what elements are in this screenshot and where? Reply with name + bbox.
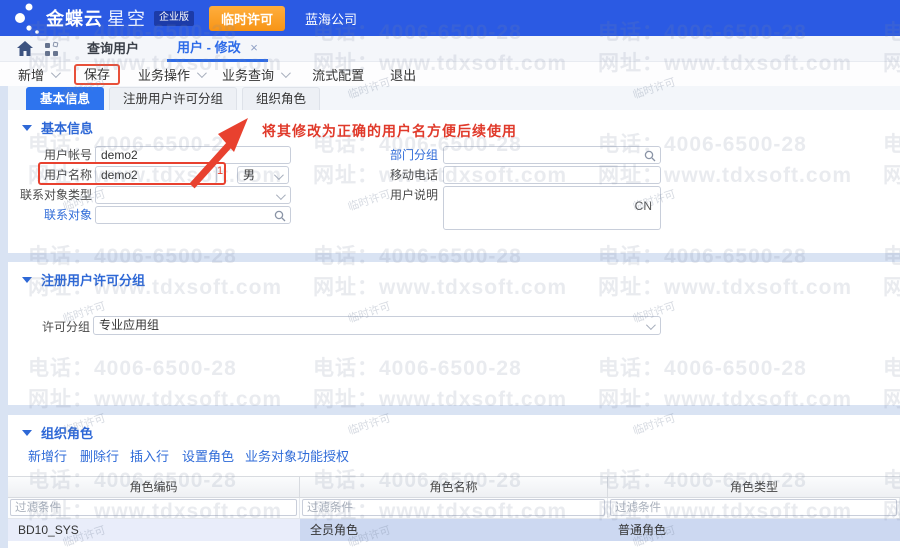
tab-query-user[interactable]: 查询用户 (77, 36, 149, 62)
table-row[interactable]: BD10_SYS 全员角色 普通角色 (8, 519, 900, 541)
tab-user-modify[interactable]: 用户 - 修改 × (167, 36, 268, 62)
collapse-caret-icon (22, 276, 32, 283)
search-icon[interactable] (274, 210, 286, 222)
panel-gap (0, 253, 900, 262)
dept-group-link-label[interactable]: 部门分组 (338, 146, 438, 164)
annotation-text: 将其修改为正确的用户名方便后续使用 (262, 123, 517, 139)
license-group-panel: 注册用户许可分组 许可分组 专业应用组 (8, 262, 900, 405)
org-role-section-header[interactable]: 组织角色 (22, 423, 93, 442)
delete-row-button[interactable]: 删除行 (80, 446, 119, 465)
logo-text-sub: 星空 (107, 9, 147, 29)
panel-gap (0, 405, 900, 415)
role-table: 角色编码 角色名称 角色类型 BD10_SYS 全员角色 普通角色 (8, 476, 900, 541)
annotation-arrow (189, 118, 248, 189)
exit-button[interactable]: 退出 (390, 65, 416, 84)
account-label: 用户帐号 (43, 148, 92, 162)
chevron-down-icon (273, 170, 284, 181)
license-group-value: 专业应用组 (99, 318, 160, 332)
column-header-role-code: 角色编码 (8, 476, 300, 498)
contact-link-label[interactable]: 联系对象 (16, 206, 92, 224)
org-role-panel: 组织角色 新增行 删除行 插入行 设置角色 业务对象功能授权 角色编码 角色名称… (8, 415, 900, 548)
section-title: 注册用户许可分组 (41, 273, 146, 288)
column-header-role-type: 角色类型 (608, 476, 900, 498)
chevron-down-icon (197, 67, 207, 78)
company-name[interactable]: 蓝海公司 (305, 9, 357, 28)
collapse-caret-icon (22, 124, 32, 131)
flow-config-button[interactable]: 流式配置 (312, 65, 364, 84)
business-query-button[interactable]: 业务查询 (222, 65, 291, 84)
table-filter-row (8, 498, 900, 519)
user-desc-label: 用户说明 (389, 188, 438, 202)
collapse-caret-icon (22, 429, 32, 436)
section-title: 组织角色 (41, 426, 94, 441)
kingdee-logo-icon (15, 3, 39, 34)
subtab-license-group[interactable]: 注册用户许可分组 (109, 87, 238, 110)
business-operation-button[interactable]: 业务操作 (138, 65, 207, 84)
left-gutter (0, 86, 8, 548)
object-auth-button[interactable]: 业务对象功能授权 (245, 446, 349, 465)
business-query-label: 业务查询 (222, 67, 275, 83)
business-operation-label: 业务操作 (138, 67, 191, 83)
chevron-down-icon (645, 320, 656, 331)
save-button[interactable]: 保存 (74, 63, 121, 85)
app-header: 金蝶云 星空 企业版 临时许可 蓝海公司 (0, 0, 900, 36)
tab-close-icon[interactable]: × (250, 40, 258, 55)
app-window: 金蝶云 星空 企业版 临时许可 蓝海公司 查询用户 用户 - 修改 × 新增 保… (0, 0, 900, 548)
tab-label: 用户 - 修改 (177, 39, 241, 55)
set-role-button[interactable]: 设置角色 (182, 446, 234, 465)
chevron-down-icon (50, 67, 61, 78)
license-group-label: 许可分组 (41, 320, 90, 334)
new-button[interactable]: 新增 (18, 65, 61, 84)
insert-row-button[interactable]: 插入行 (130, 446, 169, 465)
toolbar: 新增 保存 业务操作 业务查询 流式配置 退出 (0, 62, 900, 86)
subtab-basic-info[interactable]: 基本信息 (26, 87, 105, 110)
subtab-bar: 基本信息 注册用户许可分组 组织角色 (0, 86, 900, 110)
license-group-select[interactable]: 专业应用组 (93, 316, 661, 335)
add-row-button[interactable]: 新增行 (28, 446, 67, 465)
exit-label: 退出 (390, 67, 417, 83)
search-icon[interactable] (644, 150, 656, 162)
table-header-row: 角色编码 角色名称 角色类型 (8, 476, 900, 498)
tab-label: 查询用户 (87, 40, 140, 56)
dept-group-lookup-field[interactable] (443, 146, 661, 164)
cell-role-code[interactable]: BD10_SYS (8, 519, 300, 541)
tab-bar: 查询用户 用户 - 修改 × (0, 36, 900, 62)
flow-config-label: 流式配置 (312, 67, 365, 83)
column-header-role-name: 角色名称 (300, 476, 608, 498)
filter-input-role-code[interactable] (10, 499, 297, 516)
contact-type-label: 联系对象类型 (19, 188, 92, 202)
contact-lookup-field[interactable] (95, 206, 291, 224)
filter-input-role-name[interactable] (302, 499, 605, 516)
mobile-input[interactable] (443, 166, 661, 184)
home-icon[interactable] (17, 41, 33, 56)
mobile-label: 移动电话 (389, 168, 438, 182)
chevron-down-icon (281, 67, 291, 78)
temp-license-button[interactable]: 临时许可 (209, 5, 286, 31)
subtab-org-role[interactable]: 组织角色 (242, 87, 321, 110)
basic-info-section-header[interactable]: 基本信息 (22, 118, 93, 137)
logo-text-main: 金蝶云 (46, 9, 103, 29)
edition-badge: 企业版 (154, 10, 194, 26)
apps-grid-icon[interactable] (45, 41, 59, 56)
annotation-marker: 1 (217, 165, 224, 177)
filter-input-role-type[interactable] (610, 499, 897, 516)
chevron-down-icon (275, 190, 286, 201)
user-desc-textarea[interactable]: CN (443, 186, 661, 230)
username-label: 用户名称 (43, 168, 92, 182)
basic-info-panel: 基本信息 将其修改为正确的用户名方便后续使用 1 用户帐号 用户名称 男 联系对… (8, 110, 900, 253)
cell-role-type[interactable]: 普通角色 (608, 519, 900, 541)
cell-role-name[interactable]: 全员角色 (300, 519, 608, 541)
new-button-label: 新增 (18, 67, 45, 83)
section-title: 基本信息 (41, 121, 94, 136)
save-button-label: 保存 (84, 66, 111, 82)
license-group-section-header[interactable]: 注册用户许可分组 (22, 270, 145, 289)
